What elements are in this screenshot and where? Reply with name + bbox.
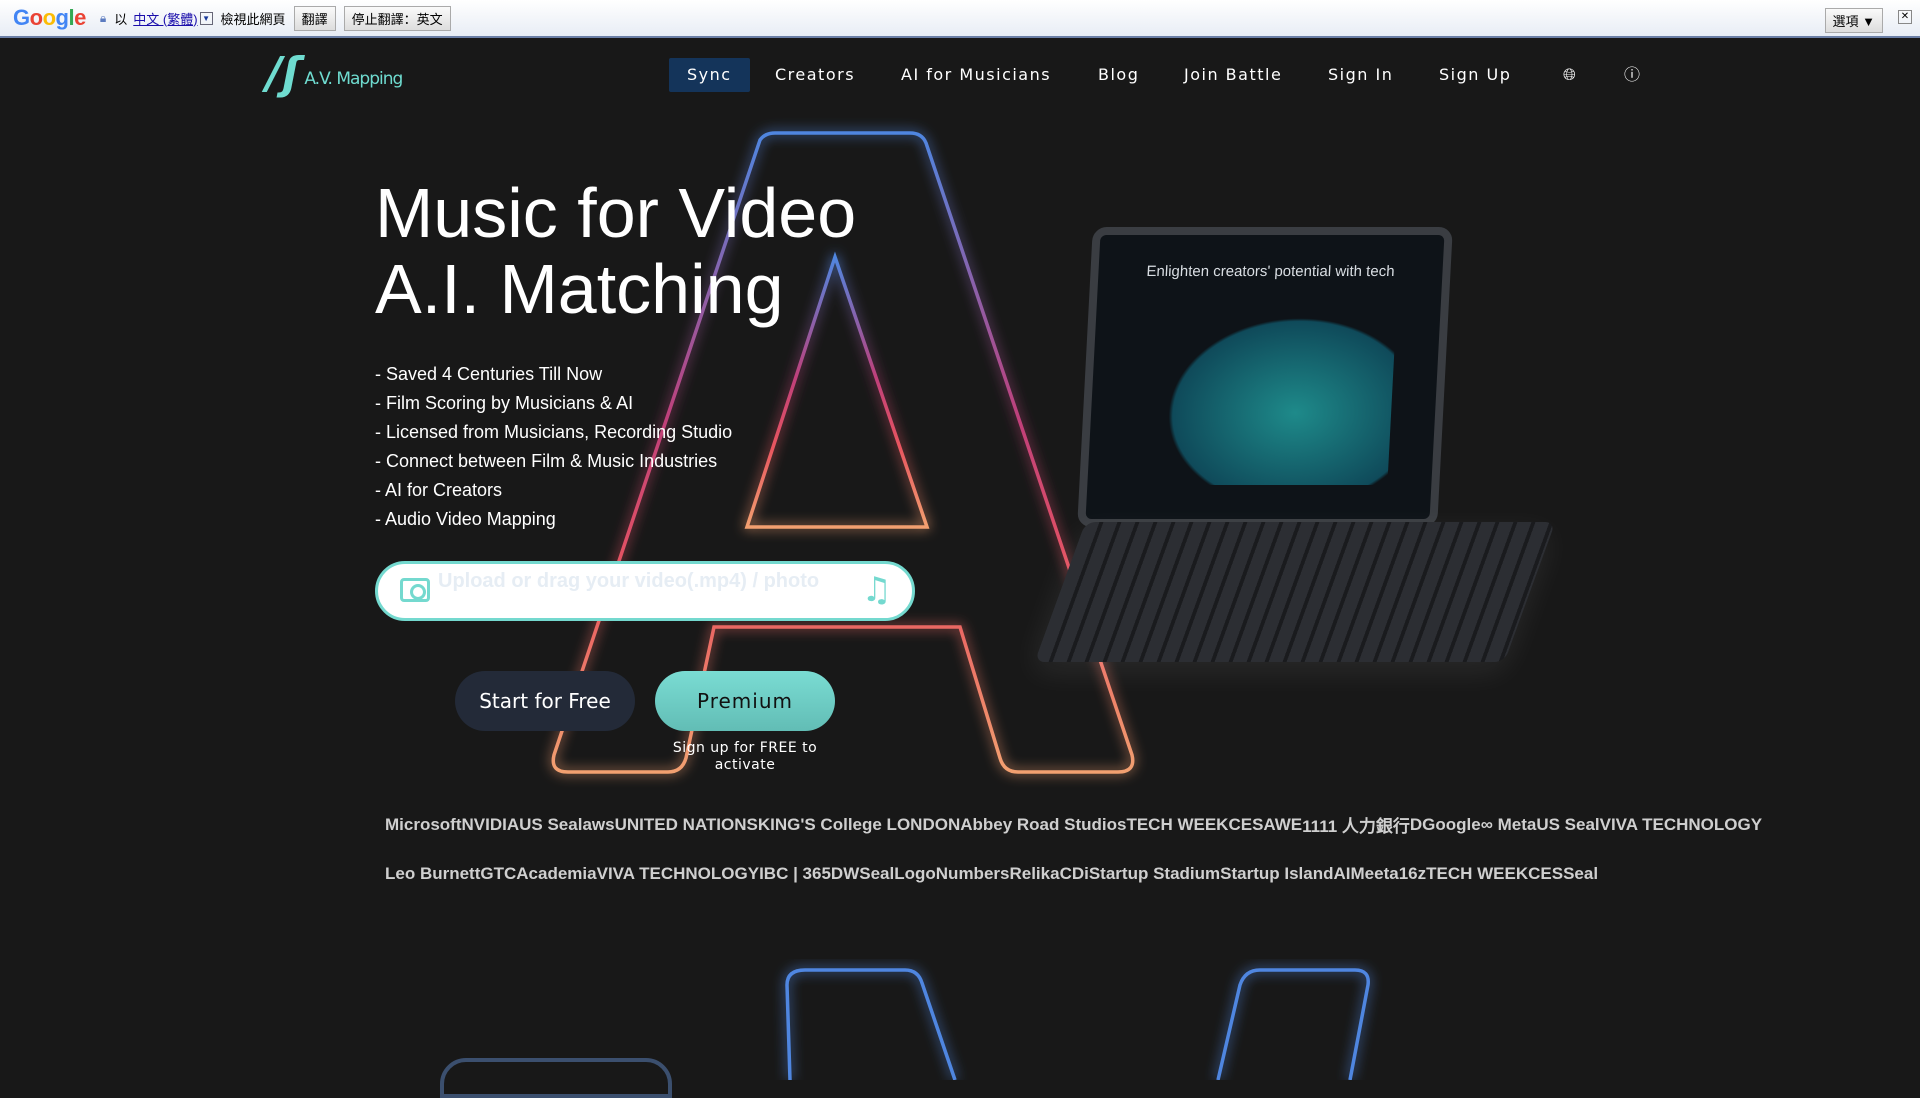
partner-logo: CES: [1228, 814, 1264, 834]
partner-logo: UNITED NATIONS: [614, 814, 758, 834]
premium-button[interactable]: Premium: [655, 671, 835, 731]
partner-logo: US Seal: [1536, 814, 1600, 834]
feature-item: - Saved 4 Centuries Till Now: [375, 364, 603, 384]
feature-list: - Saved 4 Centuries Till Now - Film Scor…: [375, 360, 732, 534]
partner-logo: Leo Burnett: [385, 864, 481, 883]
partner-logo: Relika: [1009, 864, 1060, 883]
nav-blog[interactable]: Blog: [1080, 58, 1157, 92]
nav-sync[interactable]: Sync: [669, 58, 750, 92]
upload-placeholder: Upload or drag your video(.mp4) / photo: [438, 570, 820, 592]
tablet-illustration: Enlighten creators' potential with tech: [1000, 222, 1556, 682]
partner-logo: Numbers: [935, 864, 1010, 883]
partner-logo: Startup Island: [1220, 864, 1334, 883]
partner-logo: TECH WEEK: [1126, 814, 1229, 834]
feature-item: - Licensed from Musicians, Recording Stu…: [375, 422, 733, 442]
hero-title: Music for Video A.I. Matching: [375, 174, 857, 328]
partner-logo: Google: [1422, 814, 1481, 834]
feature-item: - Film Scoring by Musicians & AI: [375, 393, 634, 413]
premium-note: Sign up for FREE to activate: [672, 740, 818, 773]
globe-icon[interactable]: 🌐︎: [1545, 58, 1595, 92]
partner-logo: DW: [830, 864, 860, 883]
keyboard: [1034, 522, 1556, 662]
partner-logo: TECH WEEK: [1426, 864, 1529, 883]
help-icon[interactable]: ⓘ: [1606, 58, 1660, 92]
partner-logo: CES: [1528, 864, 1564, 883]
tablet-screen: Enlighten creators' potential with tech: [1077, 227, 1453, 527]
nav-ai-for-musicians[interactable]: AI for Musicians: [883, 58, 1069, 92]
partner-logo: IBC | 365: [759, 864, 831, 883]
partner-logo: NVIDIA: [461, 814, 520, 834]
partner-logos-row-2: Leo Burnett GTC Academia VIVA TECHNOLOGY IBC…: [385, 864, 1598, 884]
partner-logo: CDi: [1059, 864, 1089, 883]
start-for-free-button[interactable]: Start for Free: [455, 671, 635, 731]
feature-item: - Connect between Film & Music Industrie…: [375, 451, 718, 471]
partner-logo: Academia: [516, 864, 597, 883]
feature-item: - Audio Video Mapping: [375, 509, 556, 529]
partner-logo: Seal: [859, 864, 895, 883]
partner-logo: US Seal: [519, 814, 583, 834]
partner-logo: Startup Stadium: [1088, 864, 1221, 883]
partner-logo: 1111 人力銀行: [1302, 817, 1410, 836]
partner-logo: AWE: [1263, 814, 1303, 834]
nav-sign-up[interactable]: Sign Up: [1421, 58, 1529, 92]
partner-logo: Meet: [1350, 864, 1390, 883]
studio-illustration: [1147, 305, 1397, 485]
partner-logo: KING'S College LONDON: [757, 814, 961, 834]
partner-logo: AI: [1333, 864, 1351, 883]
phone-illustration: [440, 1058, 672, 1098]
nav-creators[interactable]: Creators: [757, 58, 873, 92]
background-a-graphic: [551, 131, 1370, 1080]
partner-logo: Abbey Road Studios: [960, 814, 1127, 834]
partner-logos-row-1: Microsoft NVIDIA US Seal aws UNITED NATIONS K…: [385, 812, 1762, 837]
partner-logo: a16z: [1389, 864, 1427, 883]
partner-logo: aws: [582, 814, 615, 834]
bottom-a-right: [1216, 968, 1370, 1080]
nav-join-battle[interactable]: Join Battle: [1166, 58, 1300, 92]
partner-logo: VIVA TECHNOLOGY: [1599, 814, 1763, 834]
feature-item: - AI for Creators: [375, 480, 503, 500]
tablet-caption: Enlighten creators' potential with tech: [1146, 263, 1395, 280]
partner-logo: ∞ Meta: [1480, 814, 1537, 834]
nav-sign-in[interactable]: Sign In: [1310, 58, 1411, 92]
top-nav: /ʃ A.V. Mapping Sync Creators AI for Musi…: [0, 38, 1920, 114]
partner-logo: D: [1409, 814, 1423, 834]
partner-logo: VIVA TECHNOLOGY: [596, 864, 760, 883]
music-note-icon[interactable]: ♫: [862, 570, 892, 610]
partner-logo: Logo: [894, 864, 936, 883]
bottom-a-left: [785, 968, 957, 1080]
camera-icon[interactable]: [400, 578, 430, 602]
partner-logo: Seal: [1563, 864, 1599, 883]
partner-logo: Microsoft: [385, 814, 462, 834]
av-mapping-logo[interactable]: /ʃ A.V. Mapping: [266, 52, 403, 96]
partner-logo: GTC: [480, 864, 517, 883]
upload-dropzone[interactable]: Upload or drag your video(.mp4) / photo …: [375, 561, 915, 621]
